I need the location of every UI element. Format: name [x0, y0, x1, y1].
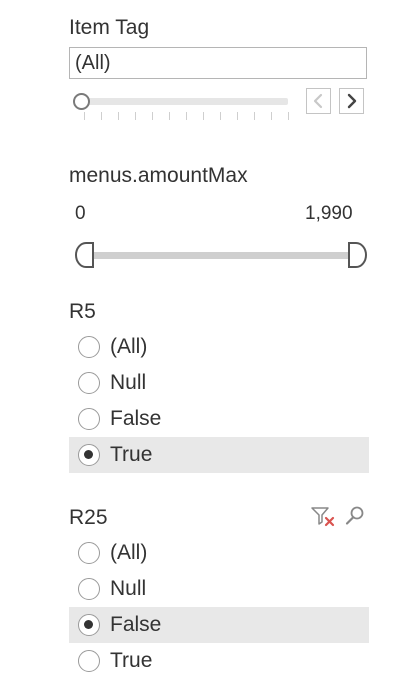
- radio-button[interactable]: [78, 408, 100, 430]
- r25-option-all[interactable]: (All): [69, 535, 369, 571]
- previous-value-button[interactable]: [306, 88, 331, 114]
- tick: [101, 112, 102, 120]
- amount-max-title: menus.amountMax: [69, 164, 248, 187]
- r25-option-false[interactable]: False: [69, 607, 369, 643]
- radio-button[interactable]: [78, 578, 100, 600]
- r5-option-true[interactable]: True: [69, 437, 369, 473]
- radio-selected-dot: [84, 450, 93, 459]
- tick: [186, 112, 187, 120]
- radio-label: False: [110, 613, 162, 636]
- r25-option-null[interactable]: Null: [69, 571, 369, 607]
- tick: [169, 112, 170, 120]
- item-tag-title: Item Tag: [69, 16, 150, 39]
- item-tag-slider-ticks: [84, 112, 290, 120]
- radio-button[interactable]: [78, 542, 100, 564]
- range-min-label: 0: [75, 203, 86, 224]
- r25-title: R25: [69, 506, 108, 529]
- range-max-label: 1,990: [305, 203, 353, 224]
- r5-option-false[interactable]: False: [69, 401, 369, 437]
- tick: [152, 112, 153, 120]
- tick: [254, 112, 255, 120]
- range-min-handle-shape: [75, 242, 94, 268]
- tick: [203, 112, 204, 120]
- item-tag-slider-thumb[interactable]: [73, 93, 90, 110]
- tick: [237, 112, 238, 120]
- item-tag-slider-track[interactable]: [84, 98, 288, 105]
- radio-label: (All): [110, 335, 148, 358]
- range-slider-track[interactable]: [92, 252, 348, 259]
- radio-label: True: [110, 649, 153, 672]
- radio-button[interactable]: [78, 336, 100, 358]
- radio-button[interactable]: [78, 650, 100, 672]
- tick: [271, 112, 272, 120]
- r5-title: R5: [69, 300, 96, 323]
- tick: [220, 112, 221, 120]
- radio-label: Null: [110, 371, 147, 394]
- item-tag-dropdown[interactable]: (All): [69, 47, 367, 79]
- r5-option-all[interactable]: (All): [69, 329, 369, 365]
- tick: [288, 112, 289, 120]
- radio-button[interactable]: [78, 614, 100, 636]
- r25-option-true[interactable]: True: [69, 643, 369, 679]
- radio-label: (All): [110, 541, 148, 564]
- next-value-button[interactable]: [339, 88, 364, 114]
- tick: [135, 112, 136, 120]
- radio-button[interactable]: [78, 372, 100, 394]
- tick: [118, 112, 119, 120]
- chevron-left-icon: [313, 93, 323, 109]
- radio-label: Null: [110, 577, 147, 600]
- r5-option-null[interactable]: Null: [69, 365, 369, 401]
- radio-selected-dot: [84, 620, 93, 629]
- radio-label: False: [110, 407, 162, 430]
- radio-label: True: [110, 443, 153, 466]
- range-max-handle[interactable]: [346, 241, 368, 269]
- search-icon: [345, 506, 364, 525]
- tick: [84, 112, 85, 120]
- chevron-right-icon: [347, 93, 357, 109]
- range-min-handle[interactable]: [74, 241, 96, 269]
- search-button[interactable]: [343, 505, 367, 527]
- clear-filter-button[interactable]: [311, 506, 337, 528]
- range-max-handle-shape: [348, 242, 367, 268]
- radio-button[interactable]: [78, 444, 100, 466]
- clear-filter-icon: [311, 507, 335, 527]
